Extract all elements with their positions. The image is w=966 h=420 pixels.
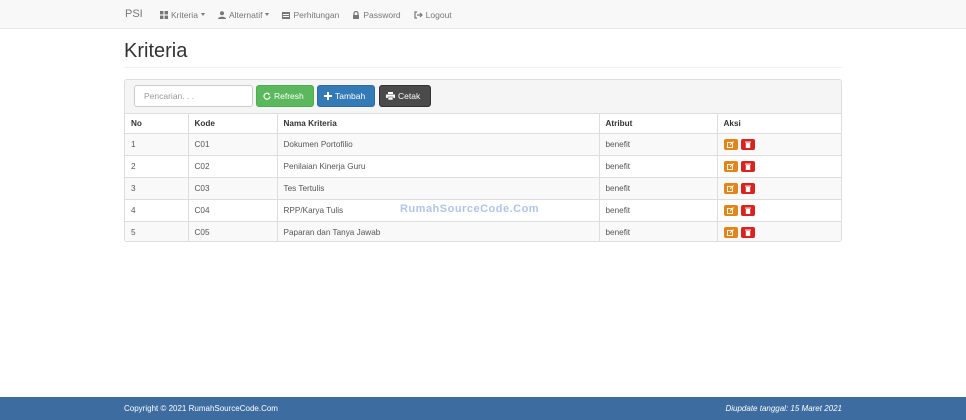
delete-button[interactable] xyxy=(740,183,755,194)
nav-item-alternatif[interactable]: Alternatif xyxy=(217,9,270,20)
column-header-atribut: Atribut xyxy=(598,114,717,134)
cell-kode: C05 xyxy=(187,221,277,241)
cell-atribut: benefit xyxy=(598,199,717,222)
cell-atribut: benefit xyxy=(598,221,717,241)
cell-nama: Penilaian Kinerja Guru xyxy=(276,155,599,178)
table-row: 2 C02 Penilaian Kinerja Guru benefit xyxy=(125,155,841,178)
trash-icon xyxy=(744,163,751,170)
edit-icon xyxy=(727,185,734,192)
footer-updated: Diupdate tanggal: 15 Maret 2021 xyxy=(725,404,842,413)
footer-copyright: Copyright © 2021 RumahSourceCode.Com xyxy=(124,404,278,413)
page-title: Kriteria xyxy=(124,40,188,62)
edit-button[interactable] xyxy=(723,227,738,238)
brand[interactable]: PSI xyxy=(125,8,143,20)
kriteria-panel: Refresh Tambah Cetak No Kode Nama Kriter… xyxy=(124,79,842,242)
column-header-kode: Kode xyxy=(187,114,277,134)
tambah-button[interactable]: Tambah xyxy=(317,85,375,107)
edit-button[interactable] xyxy=(723,205,738,216)
edit-icon xyxy=(727,163,734,170)
tambah-button-label: Tambah xyxy=(335,91,366,101)
delete-button[interactable] xyxy=(740,139,755,150)
toolbar: Refresh Tambah Cetak xyxy=(125,80,841,114)
title-divider xyxy=(124,67,842,68)
kriteria-table: No Kode Nama Kriteria Atribut Aksi 1 C01… xyxy=(125,114,841,241)
caret-down-icon xyxy=(200,13,205,16)
cell-kode: C04 xyxy=(187,199,277,222)
cell-nama: Tes Tertulis xyxy=(276,177,599,200)
column-header-aksi: Aksi xyxy=(716,114,841,134)
nav-label-password: Password xyxy=(363,9,401,20)
nav-label-logout: Logout xyxy=(425,9,452,20)
cell-aksi xyxy=(716,199,841,222)
nav-label-perhitungan: Perhitungan xyxy=(293,9,340,20)
cell-kode: C03 xyxy=(187,177,277,200)
footer: Copyright © 2021 RumahSourceCode.Com Diu… xyxy=(0,397,966,420)
cetak-button-label: Cetak xyxy=(398,91,421,101)
nav-item-password[interactable]: Password xyxy=(352,9,401,20)
delete-button[interactable] xyxy=(740,161,755,172)
edit-button[interactable] xyxy=(723,183,738,194)
calendar-icon xyxy=(282,11,291,19)
nav-item-kriteria[interactable]: Kriteria xyxy=(160,10,205,20)
nav-label-kriteria: Kriteria xyxy=(171,9,198,20)
trash-icon xyxy=(744,141,751,148)
lock-icon xyxy=(353,10,360,19)
edit-button[interactable] xyxy=(723,161,738,172)
cell-kode: C02 xyxy=(187,155,277,178)
watermark: RumahSourceCode.Com xyxy=(400,203,540,215)
search-input[interactable] xyxy=(134,85,253,107)
print-icon xyxy=(386,92,395,100)
navbar: PSI Kriteria Alternatif Perhitungan Pass… xyxy=(0,0,966,29)
column-header-nama: Nama Kriteria xyxy=(276,114,599,134)
edit-icon xyxy=(727,207,734,214)
nav-item-perhitungan[interactable]: Perhitungan xyxy=(282,10,339,20)
th-large-icon xyxy=(160,10,168,19)
cell-no: 5 xyxy=(125,221,188,241)
nav-item-logout[interactable]: Logout xyxy=(414,10,452,20)
user-icon xyxy=(217,10,226,19)
cell-atribut: benefit xyxy=(598,133,717,156)
cell-nama: Dokumen Portofilio xyxy=(276,133,599,156)
cell-atribut: benefit xyxy=(598,177,717,200)
trash-icon xyxy=(744,229,751,236)
nav-menu: Kriteria Alternatif Perhitungan Password… xyxy=(160,0,465,29)
delete-button[interactable] xyxy=(740,227,755,238)
edit-icon xyxy=(727,229,734,236)
cell-no: 2 xyxy=(125,155,188,178)
cell-nama: Paparan dan Tanya Jawab xyxy=(276,221,599,241)
nav-label-alternatif: Alternatif xyxy=(228,9,263,20)
logout-icon xyxy=(414,10,423,19)
table-row: 1 C01 Dokumen Portofilio benefit xyxy=(125,133,841,156)
trash-icon xyxy=(744,185,751,192)
table-row: 5 C05 Paparan dan Tanya Jawab benefit xyxy=(125,221,841,241)
cell-no: 3 xyxy=(125,177,188,200)
cell-aksi xyxy=(716,133,841,156)
delete-button[interactable] xyxy=(740,205,755,216)
cetak-button[interactable]: Cetak xyxy=(379,85,431,107)
cell-aksi xyxy=(716,221,841,241)
edit-icon xyxy=(727,141,734,148)
column-header-no: No xyxy=(125,114,188,134)
refresh-button-label: Refresh xyxy=(274,91,304,101)
refresh-icon xyxy=(263,92,271,100)
caret-down-icon xyxy=(265,13,270,16)
cell-no: 1 xyxy=(125,133,188,156)
table-header-row: No Kode Nama Kriteria Atribut Aksi xyxy=(125,114,841,134)
cell-no: 4 xyxy=(125,199,188,222)
refresh-button[interactable]: Refresh xyxy=(256,85,314,107)
table-row: 3 C03 Tes Tertulis benefit xyxy=(125,177,841,200)
plus-icon xyxy=(324,92,332,100)
edit-button[interactable] xyxy=(723,139,738,150)
cell-atribut: benefit xyxy=(598,155,717,178)
cell-aksi xyxy=(716,177,841,200)
cell-kode: C01 xyxy=(187,133,277,156)
trash-icon xyxy=(744,207,751,214)
cell-aksi xyxy=(716,155,841,178)
